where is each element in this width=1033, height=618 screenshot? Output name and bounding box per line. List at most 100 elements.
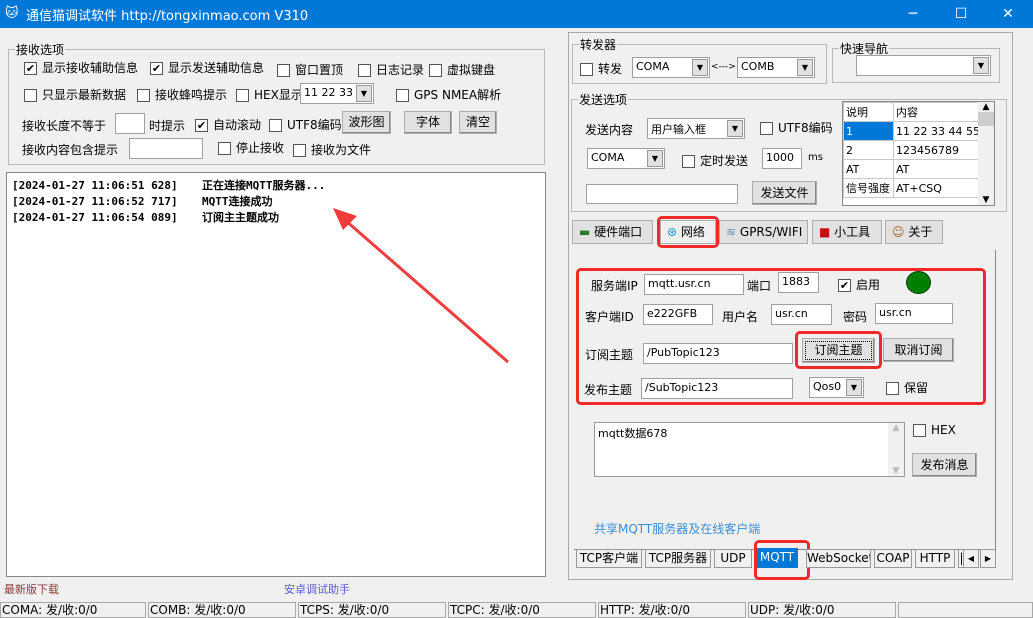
chevron-down-icon: ▼ [356,85,372,102]
ui-element: [2024-01-27 11:06:51 628] [12,179,178,192]
waveform-button[interactable]: 波形图 [342,111,391,134]
status-http: HTTP: 发/收:0/0 [598,602,746,618]
chevron-down-icon: ▼ [846,379,862,396]
ui-element: COMA [591,151,625,164]
show-recv-info-checkbox[interactable]: ✔ 显示接收辅助信息 [24,59,138,76]
log-record-checkbox[interactable]: 日志记录 [358,61,424,78]
tab-about[interactable]: ☺ 关于 [885,220,943,244]
auto-scroll-checkbox[interactable]: ✔ 自动滚动 [195,116,261,133]
send-content-select[interactable]: 用户输入框 ▼ [647,118,745,139]
publish-message-textarea[interactable]: mqtt数据678 ▲ ▼ [594,422,905,477]
hex-sample-select[interactable]: 11 22 33 ▼ [300,83,374,104]
contains-hint-label: 接收内容包含提示 [22,143,119,157]
file-path-input[interactable] [586,184,738,204]
ui-element: GPRS/WIFI [739,225,803,239]
tab-tcp-client[interactable]: TCP客户端 [576,549,642,568]
ui-element [760,122,773,135]
username-input[interactable]: usr.cn [771,304,832,325]
download-link[interactable]: 最新版下载 [4,581,59,597]
timed-send-checkbox[interactable]: 定时发送 [682,152,748,169]
textarea-scrollbar[interactable]: ▲ ▼ [888,423,904,476]
show-send-info-checkbox[interactable]: ✔ 显示发送辅助信息 [150,59,264,76]
forward-checkbox[interactable]: 转发 [580,60,622,77]
ui-element [137,89,150,102]
ui-element: UTF8编码 [287,118,342,132]
qos-select[interactable]: Qos0 ▼ [809,377,864,398]
forward-from-select[interactable]: COMA ▼ [632,57,710,78]
stop-recv-checkbox[interactable]: 停止接收 [218,139,284,156]
close-button[interactable]: ✕ [985,0,1031,28]
send-port-select[interactable]: COMA ▼ [587,148,665,169]
tab-http[interactable]: HTTP [915,549,955,568]
ui-element: 信号强度 [843,178,894,198]
contains-input[interactable] [129,138,203,159]
send-file-button[interactable]: 发送文件 [752,181,817,205]
tab-hardware-port[interactable]: ▬ 硬件端口 [572,220,653,244]
command-table[interactable]: 说明 内容 1 11 22 33 44 55 2 123456789 AT AT 信号强… [842,101,995,206]
port-input[interactable]: 1883 [778,272,819,293]
hex-display-checkbox[interactable]: HEX显示 [236,86,303,103]
tab-websockets[interactable]: WebSockets [806,549,871,568]
ui-element: ▲ [982,102,990,112]
table-row[interactable]: 信号强度 AT+CSQ [843,178,983,198]
chevron-down-icon: ▼ [647,150,663,167]
ui-element [269,119,282,132]
client-id-input[interactable]: e222GFB [643,304,713,325]
minimize-button[interactable]: ─ [890,0,936,28]
ui-element: 日志记录 [376,63,425,77]
publish-button[interactable]: 发布消息 [912,453,977,477]
ui-element: 关于 [908,225,933,239]
ui-element: 2 [843,140,894,160]
ui-element: [2024-01-27 11:06:52 717] [12,195,178,208]
only-latest-checkbox[interactable]: 只显示最新数据 [24,86,126,103]
username-label: 用户名 [722,310,759,324]
table-row[interactable]: AT AT [843,159,983,179]
interval-input[interactable]: 1000 [762,148,802,169]
quick-nav-select[interactable]: ▼ [856,55,991,76]
hex-publish-checkbox[interactable]: HEX [913,423,956,437]
table-row[interactable]: 2 123456789 [843,140,983,160]
tab-udp[interactable]: UDP [714,549,752,568]
tab-gprs-wifi[interactable]: ≋ GPRS/WIFI [719,220,808,244]
enable-checkbox[interactable]: ✔ 启用 [838,276,880,293]
table-row[interactable]: 1 11 22 33 44 55 [843,121,983,141]
connection-status-indicator [906,271,931,294]
pub-topic-input[interactable]: /SubTopic123 [641,378,793,399]
title-bar: 🐱 通信猫调试软件 http://tongxinmao.com V310 ─ ☐… [0,0,1033,28]
utf8-send-checkbox[interactable]: UTF8编码 [760,119,833,136]
virtual-keyboard-checkbox[interactable]: 虚拟键盘 [429,61,495,78]
length-input[interactable] [115,113,145,134]
receive-log[interactable]: [2024-01-27 11:06:51 628] 正在连接MQTT服务器... … [6,172,546,577]
android-link[interactable]: 安卓调试助手 [284,581,350,597]
beep-checkbox[interactable]: 接收蜂鸣提示 [137,86,227,103]
ui-element [682,155,695,168]
gps-nmea-checkbox[interactable]: GPS NMEA解析 [396,86,501,103]
unsubscribe-button[interactable]: 取消订阅 [883,338,954,362]
tab-coap[interactable]: COAP [874,549,912,568]
client-id-label: 客户端ID [585,310,634,324]
tab-scroll-right-button[interactable]: ▶ [980,549,996,568]
window-top-checkbox[interactable]: 窗口置顶 [277,61,343,78]
password-input[interactable]: usr.cn [875,303,953,324]
font-button[interactable]: 字体 [404,111,452,134]
utf8-recv-checkbox[interactable]: UTF8编码 [269,116,342,133]
wifi-icon: ≋ [726,225,737,239]
tab-scroll-left-button[interactable]: ◀ [963,549,979,568]
maximize-button[interactable]: ☐ [938,0,984,28]
ui-element: 正在连接MQTT服务器... [202,179,326,192]
recv-to-file-checkbox[interactable]: 接收为文件 [293,141,371,158]
log-line: [2024-01-27 11:06:52 717] MQTT连接成功 [12,193,540,209]
tab-tcp-server[interactable]: TCP服务器 [645,549,711,568]
server-ip-label: 服务端IP [591,279,638,293]
tab-tools[interactable]: ■ 小工具 [812,220,882,244]
table-scrollbar[interactable]: ▲ ▼ [978,102,994,205]
forward-to-select[interactable]: COMB ▼ [737,57,815,78]
sub-topic-input[interactable]: /PubTopic123 [643,343,793,364]
clear-button[interactable]: 清空 [459,111,497,134]
share-mqtt-link[interactable]: 共享MQTT服务器及在线客户端 [594,520,760,537]
ui-element: 发送选项 [578,91,629,108]
server-ip-input[interactable]: mqtt.usr.cn [644,274,744,295]
chevron-down-icon: ▼ [727,120,743,137]
retain-checkbox[interactable]: 保留 [886,379,928,396]
ui-element: 自动滚动 [213,118,262,132]
